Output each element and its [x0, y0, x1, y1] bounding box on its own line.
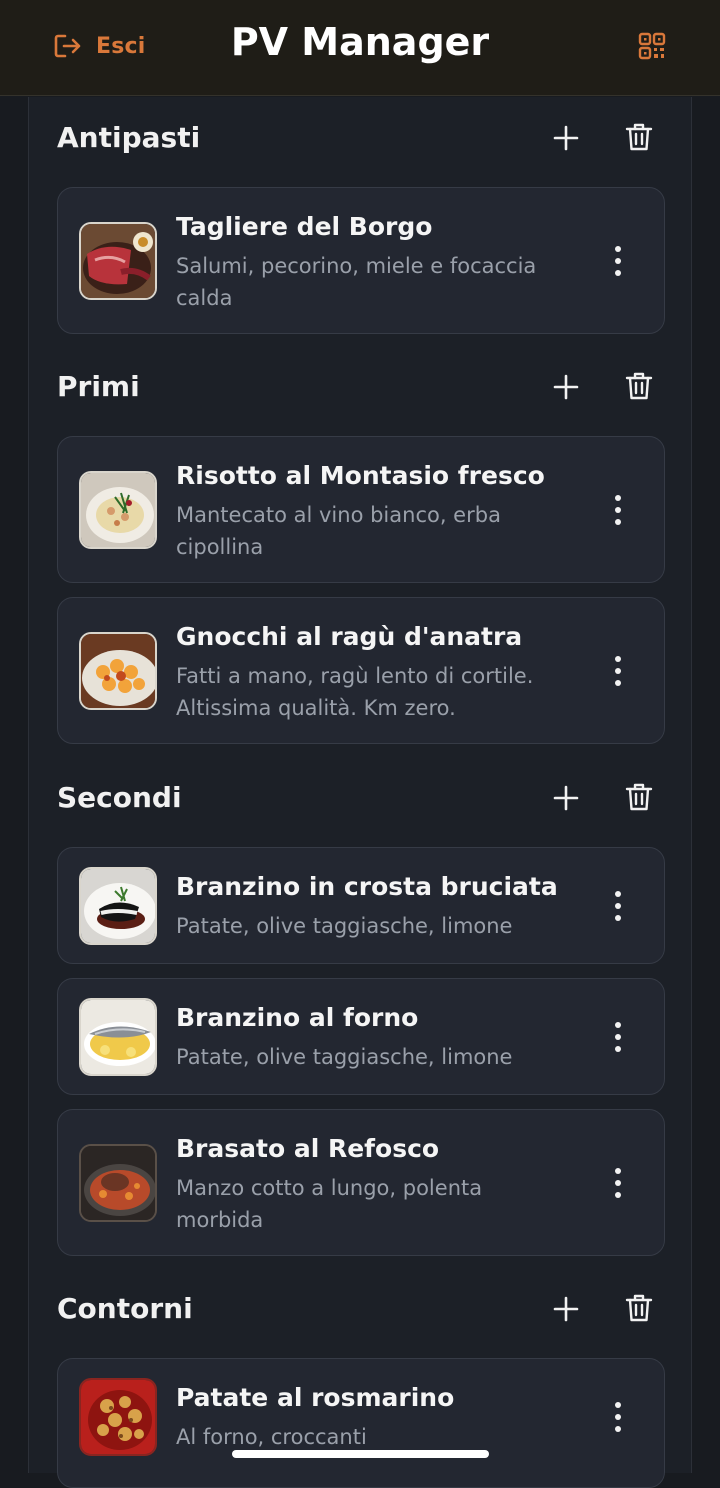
app-header: Esci PV Manager [0, 0, 720, 96]
dish-title: Gnocchi al ragù d'anatra [176, 622, 523, 651]
more-options-icon[interactable] [606, 653, 630, 689]
dish-description: Salumi, pecorino, miele e focaccia calda [176, 254, 537, 310]
more-options-icon[interactable] [606, 492, 630, 528]
dish-title: Tagliere del Borgo [176, 212, 433, 241]
section-header-primi: Primi [29, 358, 693, 418]
menu-content: Antipasti Tagliere del Borgo Salumi, pec… [28, 97, 693, 1488]
add-icon[interactable] [551, 783, 581, 813]
trash-icon[interactable] [625, 781, 653, 813]
dish-title: Risotto al Montasio fresco [176, 461, 545, 490]
dish-card[interactable]: Patate al rosmarino Al forno, croccanti [57, 1358, 665, 1488]
trash-icon[interactable] [625, 1292, 653, 1324]
dish-card[interactable]: Brasato al Refosco Manzo cotto a lungo, … [57, 1109, 665, 1256]
more-options-icon[interactable] [606, 1019, 630, 1055]
app-title: PV Manager [230, 20, 490, 64]
dish-image [79, 1378, 157, 1456]
dish-description: Al forno, croccanti [176, 1425, 367, 1449]
more-options-icon[interactable] [606, 1165, 630, 1201]
add-icon[interactable] [551, 1294, 581, 1324]
home-indicator [232, 1450, 489, 1458]
dish-card[interactable]: Risotto al Montasio fresco Mantecato al … [57, 436, 665, 583]
dish-card[interactable]: Tagliere del Borgo Salumi, pecorino, mie… [57, 187, 665, 334]
dish-description: Patate, olive taggiasche, limone [176, 1045, 513, 1069]
add-icon[interactable] [551, 372, 581, 402]
dish-card[interactable]: Branzino in crosta bruciata Patate, oliv… [57, 847, 665, 964]
section-header-contorni: Contorni [29, 1280, 693, 1340]
dish-description: Mantecato al vino bianco, erba cipollina [176, 503, 501, 559]
trash-icon[interactable] [625, 370, 653, 402]
trash-icon[interactable] [625, 121, 653, 153]
dish-card[interactable]: Gnocchi al ragù d'anatra Fatti a mano, r… [57, 597, 665, 744]
section-header-secondi: Secondi [29, 769, 693, 829]
add-icon[interactable] [551, 123, 581, 153]
qr-code-icon [638, 32, 666, 60]
dish-description: Patate, olive taggiasche, limone [176, 914, 513, 938]
dish-card[interactable]: Branzino al forno Patate, olive taggiasc… [57, 978, 665, 1095]
more-options-icon[interactable] [606, 1399, 630, 1435]
dish-image [79, 1144, 157, 1222]
more-options-icon[interactable] [606, 888, 630, 924]
section-title: Primi [57, 370, 140, 403]
dish-title: Branzino al forno [176, 1003, 419, 1032]
section-title: Antipasti [57, 121, 201, 154]
dish-title: Brasato al Refosco [176, 1134, 440, 1163]
dish-image [79, 998, 157, 1076]
dish-image [79, 471, 157, 549]
dish-title: Branzino in crosta bruciata [176, 872, 558, 901]
section-title: Secondi [57, 781, 182, 814]
section-title: Contorni [57, 1292, 193, 1325]
dish-description: Manzo cotto a lungo, polenta morbida [176, 1176, 483, 1232]
dish-title: Patate al rosmarino [176, 1383, 455, 1412]
dish-image [79, 222, 157, 300]
dish-description: Fatti a mano, ragù lento di cortile. Alt… [176, 664, 534, 720]
more-options-icon[interactable] [606, 243, 630, 279]
dish-image [79, 867, 157, 945]
qr-code-button[interactable] [636, 30, 668, 62]
dish-image [79, 632, 157, 710]
section-header-antipasti: Antipasti [29, 109, 693, 169]
